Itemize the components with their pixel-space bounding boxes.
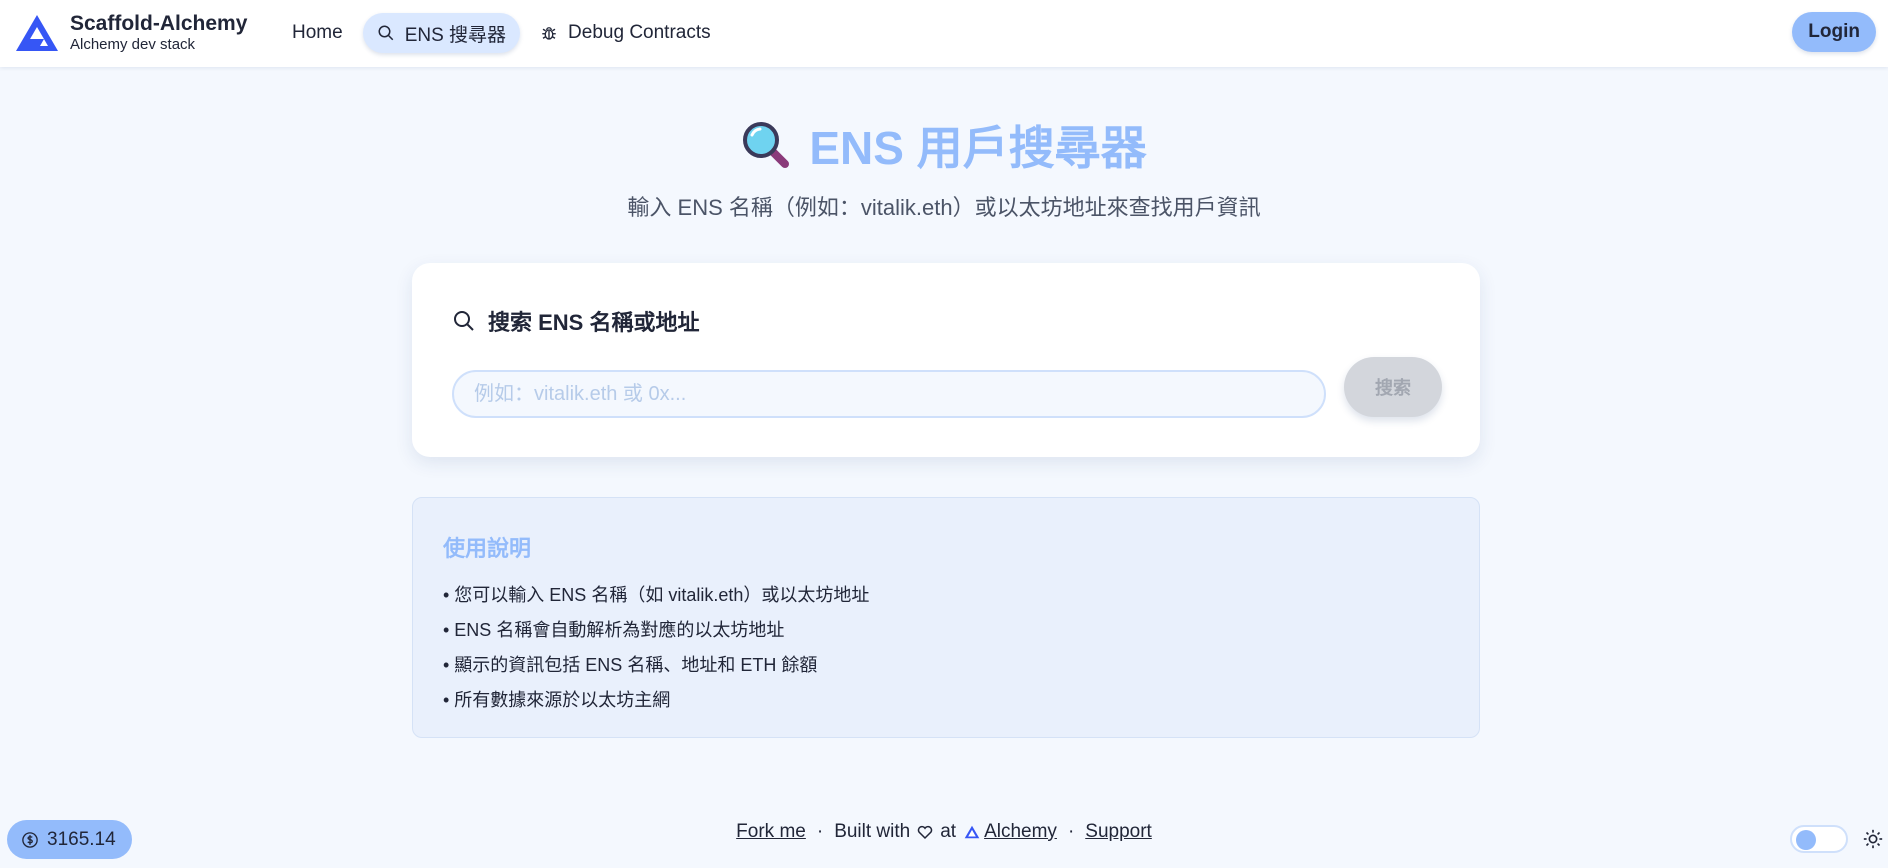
ens-search-input[interactable]	[452, 370, 1326, 418]
nav-home-label: Home	[292, 22, 343, 43]
search-button[interactable]: 搜索	[1344, 357, 1442, 417]
magnifying-glass-emoji-icon	[743, 122, 790, 168]
theme-toggle-knob	[1796, 830, 1816, 850]
top-navbar: Scaffold-Alchemy Alchemy dev stack Home …	[0, 0, 1888, 67]
nav-home[interactable]: Home	[278, 13, 357, 53]
page-subtitle: 輸入 ENS 名稱（例如：vitalik.eth）或以太坊地址來查找用戶資訊	[627, 195, 1261, 220]
alchemy-link[interactable]: Alchemy	[984, 821, 1057, 843]
login-button[interactable]: Login	[1792, 12, 1876, 52]
nav-debug-contracts-label: Debug Contracts	[568, 22, 711, 43]
search-card-header: 搜索 ENS 名稱或地址	[452, 305, 699, 337]
nav-debug-contracts[interactable]: Debug Contracts	[526, 13, 725, 53]
built-with-text: Built with	[834, 821, 911, 842]
bug-icon	[542, 27, 556, 40]
separator: ·	[1067, 821, 1075, 842]
alchemy-logo-icon	[964, 825, 980, 839]
support-link[interactable]: Support	[1085, 821, 1152, 843]
search-card-title: 搜索 ENS 名稱或地址	[488, 310, 700, 335]
alchemy-logo-icon	[16, 15, 58, 51]
brand-title: Scaffold-Alchemy	[70, 12, 248, 35]
brand-subtitle: Alchemy dev stack	[70, 36, 196, 53]
search-icon	[454, 311, 474, 331]
main-nav: Home ENS 搜尋器 Debug Contracts	[278, 13, 731, 53]
nav-ens-search[interactable]: ENS 搜尋器	[362, 13, 521, 53]
search-icon	[378, 25, 393, 41]
usage-instructions: 使用說明 • 您可以輸入 ENS 名稱（如 vitalik.eth）或以太坊地址…	[412, 497, 1480, 738]
list-item: • 所有數據來源於以太坊主網	[443, 690, 671, 710]
brand-link[interactable]: Scaffold-Alchemy Alchemy dev stack	[14, 12, 247, 54]
sun-icon	[1863, 829, 1883, 849]
list-item: • ENS 名稱會自動解析為對應的以太坊地址	[443, 620, 785, 640]
list-item: • 顯示的資訊包括 ENS 名稱、地址和 ETH 餘額	[443, 655, 818, 675]
separator: ·	[816, 821, 824, 842]
instructions-list: • 您可以輸入 ENS 名稱（如 vitalik.eth）或以太坊地址 • EN…	[443, 578, 869, 718]
fork-me-link[interactable]: Fork me	[736, 821, 806, 843]
nav-ens-search-label: ENS 搜尋器	[404, 24, 507, 46]
page-title: ENS 用戶搜尋器	[0, 112, 1888, 178]
theme-toggle[interactable]	[1790, 825, 1848, 853]
search-card: 搜索 ENS 名稱或地址 搜索	[412, 263, 1480, 457]
page-title-text: ENS 用戶搜尋器	[809, 122, 1147, 174]
footer-links: Fork me · Built with at Alchemy · Suppor…	[0, 820, 1888, 844]
at-text: at	[940, 821, 957, 842]
list-item: • 您可以輸入 ENS 名稱（如 vitalik.eth）或以太坊地址	[443, 585, 870, 605]
heart-icon	[917, 825, 933, 840]
instructions-title: 使用說明	[443, 536, 532, 561]
